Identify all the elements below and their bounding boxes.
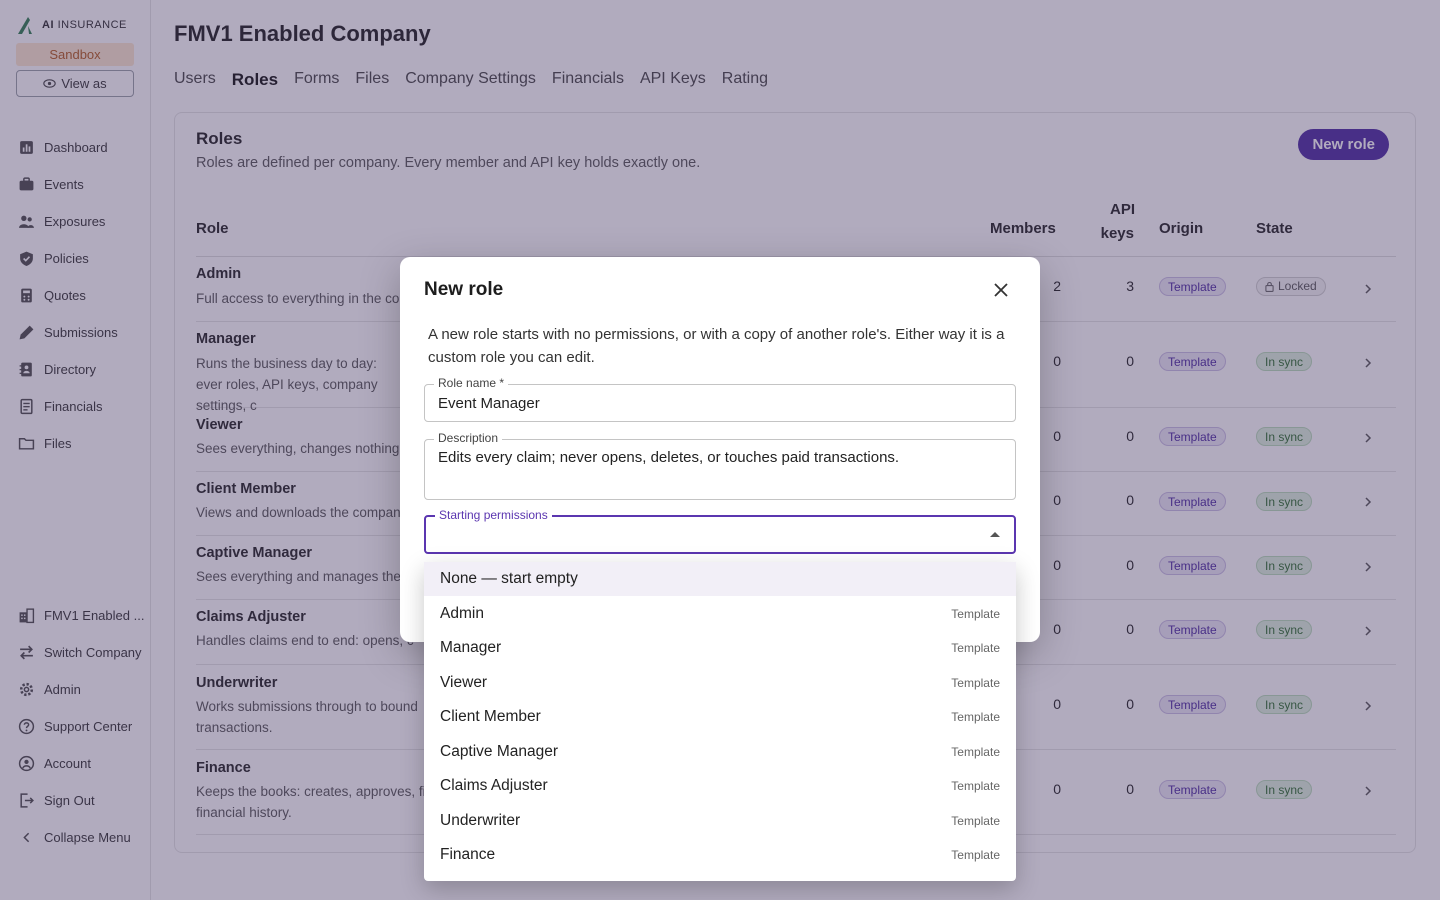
role-name-field[interactable]: Role name * Event Manager — [424, 376, 1016, 422]
menu-item-none[interactable]: None — start empty — [424, 562, 1016, 596]
menu-item-captive-manager[interactable]: Captive Manager Template — [424, 735, 1016, 769]
menu-item-tag: Template — [951, 779, 1000, 793]
role-name-value: Event Manager — [438, 395, 540, 412]
menu-item-client-member[interactable]: Client Member Template — [424, 700, 1016, 734]
dialog-title: New role — [424, 279, 504, 300]
menu-item-tag: Template — [951, 676, 1000, 690]
menu-item-underwriter[interactable]: Underwriter Template — [424, 804, 1016, 838]
menu-item-label: Finance — [440, 846, 496, 863]
menu-item-label: Client Member — [440, 708, 541, 725]
starting-permissions-menu: None — start empty Admin Template Manage… — [424, 562, 1016, 881]
menu-item-label: Admin — [440, 605, 484, 622]
description-label: Description — [434, 431, 503, 445]
menu-item-tag: Template — [951, 607, 1000, 621]
menu-item-finance[interactable]: Finance Template — [424, 838, 1016, 872]
menu-item-label: Captive Manager — [440, 743, 559, 760]
menu-item-label: Claims Adjuster — [440, 777, 548, 794]
starting-permissions-label: Starting permissions — [435, 508, 552, 522]
menu-item-label: None — start empty — [440, 570, 578, 587]
role-name-label: Role name * — [434, 376, 509, 390]
menu-item-manager[interactable]: Manager Template — [424, 631, 1016, 665]
menu-item-tag: Template — [951, 848, 1000, 862]
menu-item-label: Underwriter — [440, 812, 521, 829]
caret-up-icon[interactable] — [990, 532, 1000, 537]
description-value: Edits every claim; never opens, deletes,… — [438, 449, 900, 466]
starting-permissions-select[interactable]: Starting permissions — [424, 508, 1016, 554]
menu-item-tag: Template — [951, 745, 1000, 759]
menu-item-claims-adjuster[interactable]: Claims Adjuster Template — [424, 769, 1016, 803]
menu-item-tag: Template — [951, 814, 1000, 828]
menu-item-tag: Template — [951, 710, 1000, 724]
description-field[interactable]: Description Edits every claim; never ope… — [424, 431, 1016, 500]
menu-item-tag: Template — [951, 641, 1000, 655]
menu-item-label: Manager — [440, 639, 502, 656]
menu-item-label: Viewer — [440, 674, 488, 691]
menu-item-viewer[interactable]: Viewer Template — [424, 666, 1016, 700]
menu-item-admin[interactable]: Admin Template — [424, 597, 1016, 631]
dialog-intro-text: A new role starts with no permissions, o… — [428, 326, 1005, 366]
close-icon[interactable] — [992, 281, 1010, 299]
